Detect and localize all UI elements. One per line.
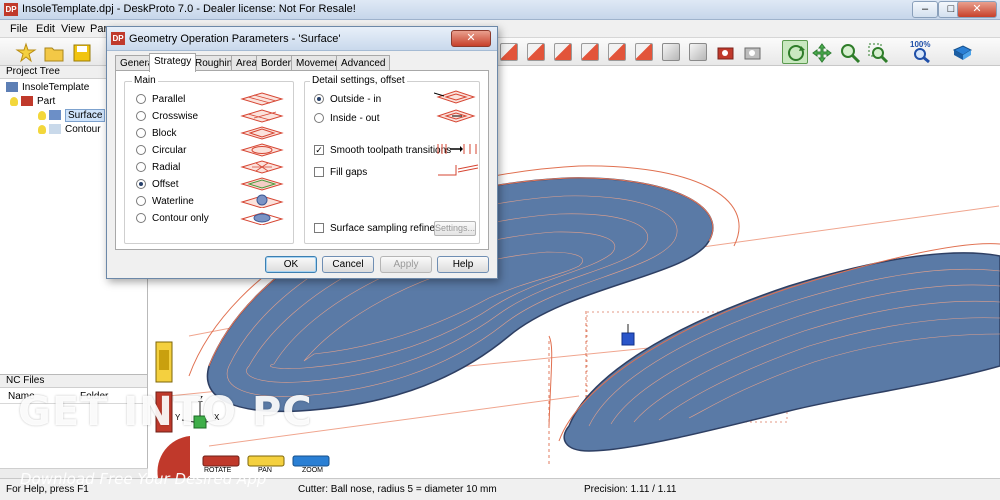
block-pattern-icon [240,126,284,140]
window-title: InsoleTemplate.dpj - DeskProto 7.0 - Dea… [22,3,356,15]
ok-button[interactable]: OK [265,256,317,273]
strategy-offset[interactable]: Offset [136,178,179,191]
status-precision: Precision: 1.11 / 1.11 [584,484,677,495]
close-button[interactable]: ✕ [957,1,997,18]
dialog-title-bar[interactable]: DP Geometry Operation Parameters - 'Surf… [107,27,497,51]
radial-pattern-icon [240,160,284,174]
dialog-title: Geometry Operation Parameters - 'Surface… [129,33,341,45]
zoom-100-icon[interactable] [910,45,932,67]
view-cube-icon[interactable] [662,43,680,61]
strategy-waterline[interactable]: Waterline [136,195,194,208]
rotate-view-icon[interactable] [782,40,808,64]
tab-advanced[interactable]: Advanced [336,55,391,71]
fill-gaps-checkbox[interactable]: Fill gaps [314,166,367,179]
open-folder-icon[interactable] [42,41,64,63]
project-icon [6,82,18,93]
tree-item-contour[interactable]: Contour [38,123,101,136]
menu-edit[interactable]: Edit [36,23,55,35]
dialog-close-button[interactable]: ✕ [451,30,491,47]
tree-item-project[interactable]: InsoleTemplate [6,81,89,94]
geometry-operation-dialog: DP Geometry Operation Parameters - 'Surf… [106,26,498,279]
title-bar: DP InsoleTemplate.dpj - DeskProto 7.0 - … [0,0,1000,20]
help-button[interactable]: Help [437,256,489,273]
crosswise-pattern-icon [240,109,284,123]
menu-file[interactable]: File [10,23,28,35]
inside-out-icon [436,109,476,123]
offset-pattern-icon [240,177,284,191]
strategy-block[interactable]: Block [136,127,176,140]
origin-cube-icon [621,324,635,346]
tree-item-part[interactable]: Part [10,95,55,108]
camera-view-icon[interactable] [741,41,763,63]
view-cube-icon[interactable] [527,43,545,61]
pan-icon[interactable] [810,41,832,63]
view-cube-icon[interactable] [635,43,653,61]
parallel-pattern-icon [240,92,284,106]
smooth-transitions-checkbox[interactable]: ✓ Smooth toolpath transitions [314,144,451,157]
visibility-bulb-icon[interactable] [10,96,18,106]
menu-view[interactable]: View [61,23,85,35]
surface-icon [49,110,61,121]
part-icon [21,96,33,107]
strategy-radial[interactable]: Radial [136,161,180,174]
watermark-overlay: GET INTO PC Download Free Your Desired A… [0,375,352,488]
save-icon[interactable] [70,41,92,63]
strategy-crosswise[interactable]: Crosswise [136,110,198,123]
waterline-pattern-icon [240,194,284,208]
strategy-tab-page: Main Parallel Crosswise Block Circular R… [115,70,489,250]
tab-strategy[interactable]: Strategy [149,53,197,72]
view-cube-icon[interactable] [581,43,599,61]
watermark-logo: GET INTO PC [18,389,313,435]
camera-view-icon[interactable] [714,41,736,63]
smooth-transitions-icon [437,144,477,154]
app-icon: DP [4,3,18,16]
watermark-tagline: Download Free Your Desired App [20,470,267,488]
dialog-app-icon: DP [111,32,125,45]
view-cube-icon[interactable] [608,43,626,61]
offset-outside-in[interactable]: Outside - in [314,93,381,106]
view-cube-icon[interactable] [554,43,572,61]
minimize-button[interactable]: – [912,1,938,18]
circular-pattern-icon [240,143,284,157]
strategy-parallel[interactable]: Parallel [136,93,185,106]
sampling-settings-button[interactable]: Settings... [434,221,476,236]
outside-in-icon [434,90,476,104]
contour-icon [49,124,61,135]
detail-group-title: Detail settings, offset [310,75,407,86]
help-book-icon[interactable] [950,41,973,63]
fill-gaps-icon [438,164,479,176]
view-cube-icon[interactable] [689,43,707,61]
zoom-window-icon[interactable] [866,41,889,64]
status-cutter: Cutter: Ball nose, radius 5 = diameter 1… [298,484,497,495]
right-insole-toolpath [563,252,1000,452]
zoom-icon[interactable] [838,41,861,64]
apply-button[interactable]: Apply [380,256,432,273]
offset-inside-out[interactable]: Inside - out [314,112,379,125]
visibility-bulb-icon[interactable] [38,124,46,134]
strategy-circular[interactable]: Circular [136,144,186,157]
cancel-button[interactable]: Cancel [322,256,374,273]
strategy-contour-only[interactable]: Contour only [136,212,209,225]
visibility-bulb-icon[interactable] [38,110,46,120]
contour-only-pattern-icon [240,212,284,225]
new-project-icon[interactable] [14,41,37,63]
view-cube-icon[interactable] [500,43,518,61]
tree-item-surface[interactable]: Surface [38,109,106,122]
main-group-title: Main [132,75,158,86]
